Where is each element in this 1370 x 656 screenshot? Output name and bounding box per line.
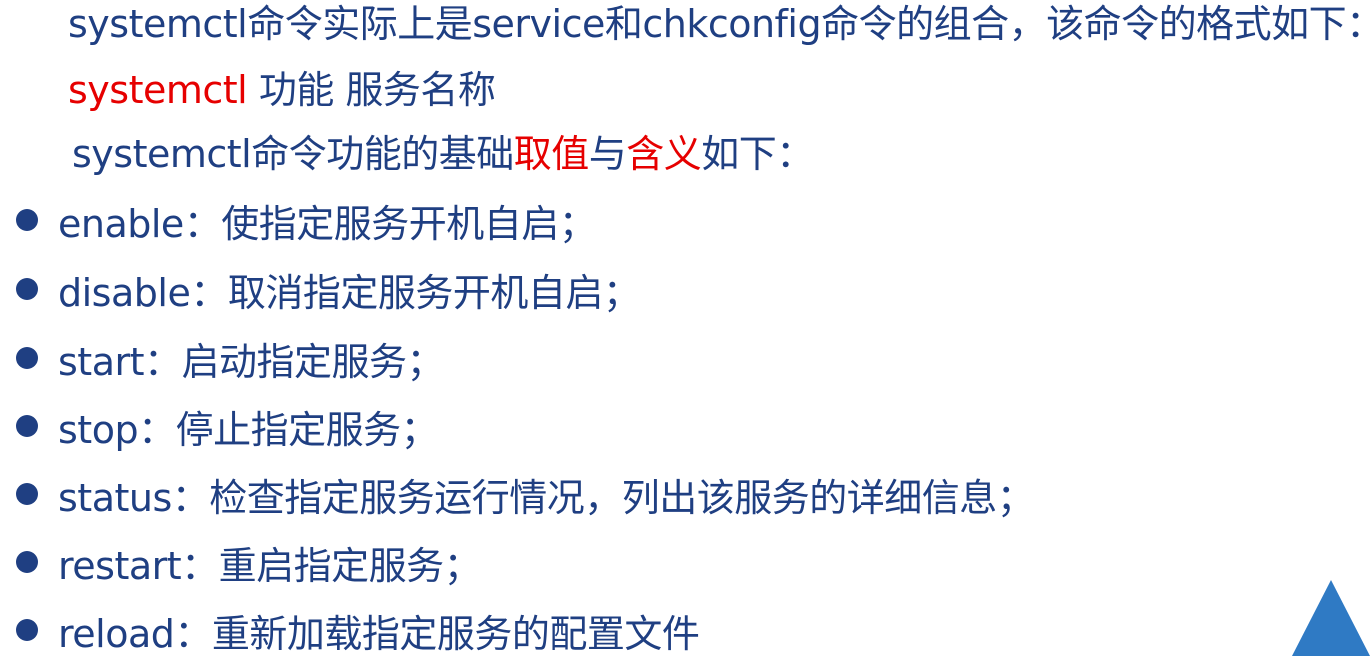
heading-highlight-meaning: 含义: [626, 132, 702, 176]
bullet-dot-icon: [16, 347, 38, 369]
list-item-text: restart：重启指定服务；: [58, 543, 482, 588]
list-item-text: reload：重新加载指定服务的配置文件: [58, 611, 700, 656]
bullet-dot-icon: [16, 619, 38, 641]
bullet-dot-icon: [16, 278, 38, 300]
intro-line-syntax: systemctl 功能 服务名称: [68, 66, 496, 114]
list-item-text: stop：停止指定服务；: [58, 407, 439, 452]
corner-triangle-decoration: [1292, 580, 1370, 656]
list-item-text: status：检查指定服务运行情况，列出该服务的详细信息；: [58, 475, 1035, 520]
heading-highlight-values: 取值: [513, 132, 590, 176]
syntax-command: systemctl: [68, 68, 248, 112]
heading-part-3: 如下：: [701, 132, 814, 176]
list-item-text: enable：使指定服务开机自启；: [58, 201, 597, 246]
bullet-dot-icon: [16, 483, 38, 505]
bullet-dot-icon: [16, 551, 38, 573]
list-item-enable: enable：使指定服务开机自启；: [16, 196, 597, 246]
intro-line-values-heading: systemctl命令功能的基础取值与含义如下：: [72, 130, 814, 178]
list-item-text: disable：取消指定服务开机自启；: [58, 270, 641, 315]
list-item-status: status：检查指定服务运行情况，列出该服务的详细信息；: [16, 470, 1035, 520]
list-item-text: start：启动指定服务；: [58, 339, 445, 384]
heading-part-1: systemctl命令功能的基础: [72, 132, 514, 176]
intro-line-format-description: systemctl命令实际上是service和chkconfig命令的组合，该命…: [68, 2, 1370, 46]
list-item-stop: stop：停止指定服务；: [16, 402, 439, 452]
list-item-disable: disable：取消指定服务开机自启；: [16, 265, 641, 315]
list-item-reload: reload：重新加载指定服务的配置文件: [16, 606, 700, 656]
heading-part-2: 与: [588, 132, 627, 176]
bullet-dot-icon: [16, 415, 38, 437]
list-item-restart: restart：重启指定服务；: [16, 538, 482, 588]
bullet-dot-icon: [16, 209, 38, 231]
syntax-arguments: 功能 服务名称: [247, 68, 496, 112]
list-item-start: start：启动指定服务；: [16, 334, 445, 384]
